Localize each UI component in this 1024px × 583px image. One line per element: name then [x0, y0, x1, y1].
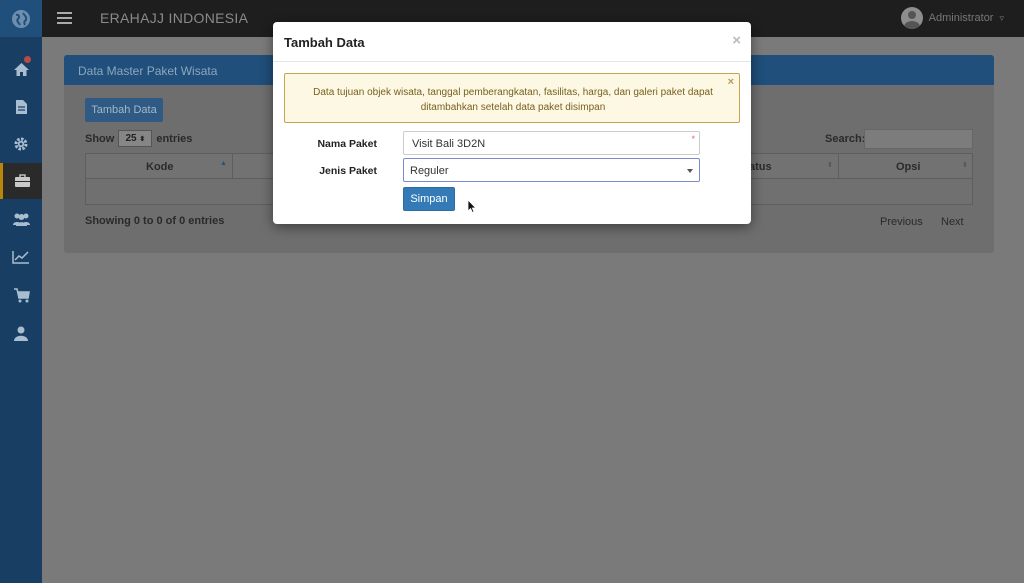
column-header-status[interactable]: atus — [749, 161, 772, 173]
sidebar — [0, 37, 42, 583]
sort-icon: ⬍ — [139, 135, 146, 143]
add-data-modal: Tambah Data × Data tujuan objek wisata, … — [273, 22, 751, 224]
menu-toggle-icon[interactable] — [57, 12, 72, 24]
logo[interactable] — [0, 0, 42, 37]
nama-paket-input[interactable]: Visit Bali 3D2N * — [403, 131, 700, 155]
briefcase-icon — [15, 174, 30, 187]
show-label: Show — [85, 132, 115, 145]
jenis-paket-label: Jenis Paket — [319, 165, 377, 177]
save-button[interactable]: Simpan — [403, 187, 455, 211]
jenis-paket-select[interactable]: Reguler — [403, 158, 700, 182]
add-data-button[interactable]: Tambah Data — [85, 98, 163, 122]
cart-icon — [13, 287, 30, 302]
globe-icon — [12, 9, 30, 28]
page-title: Data Master Paket Wisata — [78, 64, 218, 78]
users-icon — [12, 213, 30, 226]
sidebar-item-reports[interactable] — [0, 239, 42, 275]
required-mark: * — [691, 134, 695, 144]
notification-badge — [24, 56, 31, 63]
sidebar-item-home[interactable] — [0, 51, 42, 87]
close-icon[interactable]: × — [732, 32, 741, 49]
modal-title: Tambah Data — [284, 35, 365, 50]
alert-close-icon[interactable]: × — [728, 76, 734, 88]
sort-icon: ⬍ — [827, 162, 833, 169]
mouse-cursor-icon — [467, 199, 477, 213]
user-menu[interactable]: Administrator ▿ — [900, 7, 1004, 29]
nama-paket-value: Visit Bali 3D2N — [412, 138, 486, 150]
document-icon — [15, 100, 27, 114]
entries-select[interactable]: 25 ⬍ — [118, 130, 153, 147]
alert-text: Data tujuan objek wisata, tanggal pember… — [313, 87, 713, 113]
jenis-paket-value: Reguler — [410, 165, 449, 177]
gear-icon — [14, 137, 28, 151]
modal-header: Tambah Data × — [273, 22, 751, 62]
sidebar-item-orders[interactable] — [0, 277, 42, 313]
entries-value: 25 — [125, 133, 137, 144]
info-alert: Data tujuan objek wisata, tanggal pember… — [284, 73, 740, 123]
sidebar-item-documents[interactable] — [0, 89, 42, 125]
sidebar-item-paket[interactable] — [0, 163, 42, 199]
home-icon — [13, 62, 29, 76]
sort-icon: ⬍ — [962, 162, 968, 169]
column-header-opsi[interactable]: Opsi — [896, 161, 920, 173]
chevron-down-icon — [687, 169, 693, 173]
brand-title: ERAHAJJ INDONESIA — [100, 10, 249, 26]
entries-length-control: Show 25 ⬍ entries — [85, 130, 192, 147]
chart-line-icon — [12, 251, 29, 264]
user-name: Administrator — [928, 12, 994, 24]
column-header-kode[interactable]: Kode — [146, 161, 174, 173]
search-input[interactable] — [864, 129, 973, 149]
avatar — [900, 7, 923, 29]
sidebar-item-profile[interactable] — [0, 315, 42, 351]
search-label: Search: — [825, 133, 866, 145]
previous-button[interactable]: Previous — [880, 216, 923, 228]
next-button[interactable]: Next — [941, 216, 964, 228]
sidebar-item-settings[interactable] — [0, 126, 42, 162]
chevron-down-icon: ▿ — [999, 12, 1004, 23]
sidebar-item-users[interactable] — [0, 201, 42, 237]
table-info: Showing 0 to 0 of 0 entries — [85, 215, 225, 227]
entries-label: entries — [156, 132, 193, 145]
user-icon — [14, 326, 28, 341]
nama-paket-label: Nama Paket — [317, 138, 377, 150]
sort-asc-icon: ▲ — [220, 160, 227, 167]
